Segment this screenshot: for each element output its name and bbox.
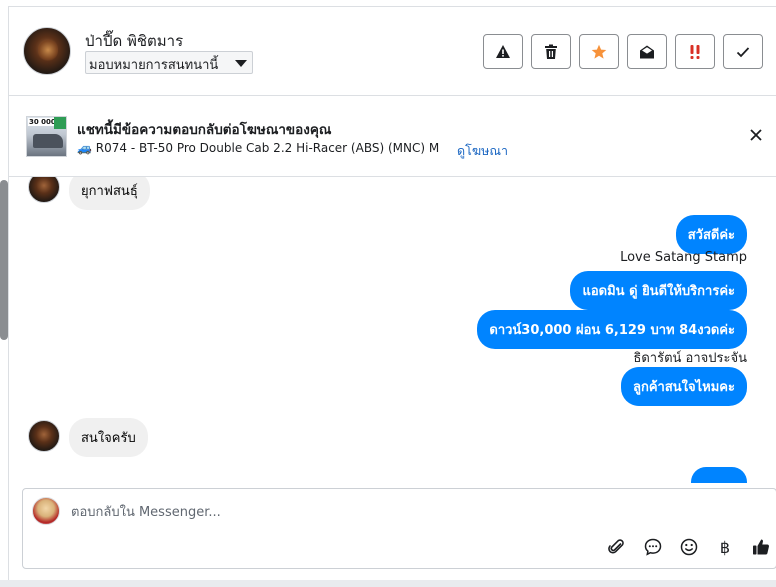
star-icon (591, 44, 607, 59)
incoming-message[interactable]: ยุกาฟสนธุ์ (69, 177, 150, 210)
outgoing-message[interactable]: ดาวน์30,000 ผ่อน 6,129 บาท 84งวดค่ะ (477, 310, 747, 349)
outgoing-message[interactable]: สวัสดีค่ะ (675, 215, 747, 254)
mark-done-button[interactable] (723, 34, 763, 69)
priority-icon (690, 44, 700, 59)
message-composer: ฿ (22, 488, 776, 569)
ad-banner-title: แชทนี้มีข้อความตอบกลับต่อโฆษณาของคุณ (77, 122, 332, 138)
ad-thumbnail[interactable]: 30 000 (26, 116, 67, 157)
composer-toolbar: ฿ (606, 536, 772, 558)
saved-replies-button[interactable] (642, 536, 664, 558)
outgoing-message[interactable]: ลูกค้าสนใจไหมคะ (621, 367, 747, 406)
warning-icon (496, 44, 510, 58)
chat-bubble-icon (644, 538, 662, 556)
outgoing-message[interactable]: แอดมิน ดู่ ยินดีให้บริการค่ะ (570, 271, 747, 310)
ad-thumbnail-price: 30 000 (28, 118, 57, 126)
contact-name[interactable]: ป่าปี๊ด พิชิตมาร (85, 29, 183, 53)
ad-reply-banner: 30 000 แชทนี้มีข้อความตอบกลับต่อโฆษณาของ… (9, 96, 776, 177)
star-button[interactable] (579, 34, 619, 69)
avatar[interactable] (23, 27, 71, 75)
check-icon (736, 46, 750, 57)
attach-button[interactable] (606, 536, 628, 558)
baht-icon: ฿ (719, 537, 731, 557)
ad-product-line: 🚙 R074 - BT-50 Pro Double Cab 2.2 Hi-Rac… (77, 141, 439, 155)
paperclip-icon (608, 539, 624, 554)
emoji-button[interactable] (678, 536, 700, 558)
mark-unread-button[interactable] (627, 34, 667, 69)
delete-button[interactable] (531, 34, 571, 69)
incoming-message[interactable]: สนใจครับ (69, 418, 148, 457)
thumbs-up-icon (753, 539, 769, 555)
message-list[interactable]: ยุกาฟสนธุ์ สวัสดีค่ะ Love Satang Stamp แ… (9, 177, 776, 483)
scrollbar[interactable] (0, 180, 8, 340)
payment-button[interactable]: ฿ (714, 536, 736, 558)
conversation-panel: ป่าปี๊ด พิชิตมาร มอบหมายการสนทนานี้ 30 0… (8, 6, 776, 587)
avatar[interactable] (28, 420, 60, 452)
page-avatar (32, 497, 60, 525)
reply-input[interactable] (71, 502, 751, 522)
view-ad-link[interactable]: ดูโฆษณา (457, 141, 508, 161)
sender-label: Love Satang Stamp (620, 250, 747, 265)
ad-thumbnail-badge (54, 117, 66, 129)
priority-button[interactable] (675, 34, 715, 69)
like-button[interactable] (750, 536, 772, 558)
assign-select-value: มอบหมายการสนทนานี้ (89, 58, 219, 73)
trash-icon (545, 44, 557, 59)
outgoing-message-partial[interactable] (691, 467, 747, 483)
header-actions (483, 34, 763, 69)
truck-image (33, 134, 63, 148)
close-icon[interactable] (747, 126, 765, 144)
sender-label: ธิดารัตน์ อาจประจัน (633, 351, 747, 366)
envelope-open-icon (640, 45, 654, 58)
assign-conversation-select[interactable]: มอบหมายการสนทนานี้ (85, 51, 253, 74)
avatar[interactable] (28, 177, 60, 203)
conversation-header: ป่าปี๊ด พิชิตมาร มอบหมายการสนทนานี้ (9, 7, 776, 96)
bottom-strip (0, 580, 776, 587)
caret-down-icon (235, 60, 247, 67)
emoji-icon (680, 538, 698, 556)
mark-spam-button[interactable] (483, 34, 523, 69)
